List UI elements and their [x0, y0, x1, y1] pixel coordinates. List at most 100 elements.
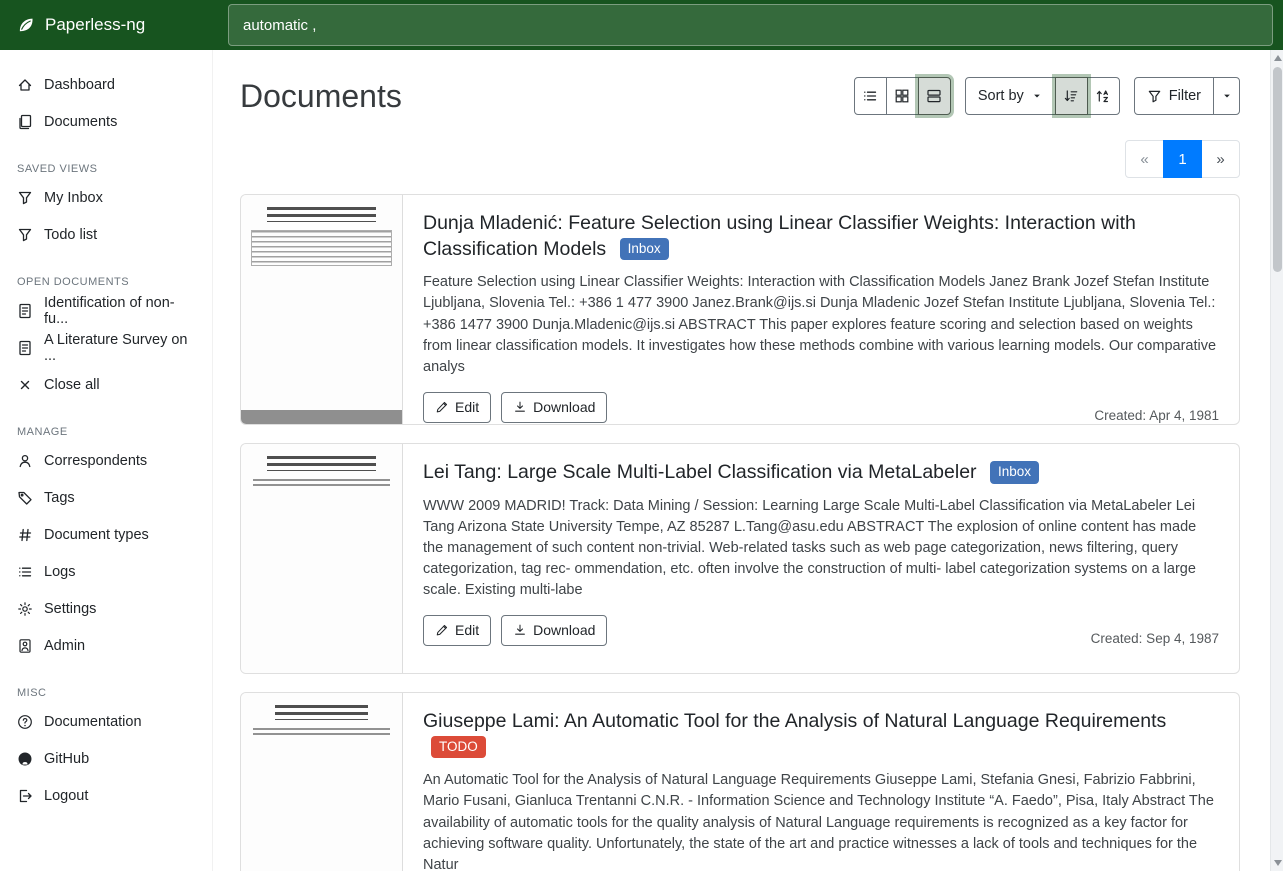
thumbnail-preview [241, 410, 402, 424]
sidebar-item-github[interactable]: GitHub [0, 740, 212, 777]
sort-group: Sort by [965, 77, 1120, 115]
document-title-link[interactable]: Dunja Mladenić: Feature Selection using … [423, 212, 1136, 260]
sidebar-item-todo-list[interactable]: Todo list [0, 216, 212, 253]
document-title-row: Giuseppe Lami: An Automatic Tool for the… [423, 709, 1219, 760]
list-view-button[interactable] [854, 77, 887, 115]
pagination-prev-button[interactable]: « [1125, 140, 1164, 178]
sidebar-item-label: A Literature Survey on ... [44, 332, 195, 364]
person-badge-icon [17, 638, 33, 654]
thumbnail-preview [275, 705, 368, 720]
document-thumbnail[interactable] [241, 693, 403, 871]
sidebar-item-documentation[interactable]: Documentation [0, 703, 212, 740]
document-title-link[interactable]: Giuseppe Lami: An Automatic Tool for the… [423, 710, 1166, 732]
download-label: Download [533, 399, 595, 415]
chevron-down-icon [1031, 90, 1043, 102]
sidebar-item-label: My Inbox [44, 190, 103, 206]
document-excerpt: An Automatic Tool for the Analysis of Na… [423, 770, 1219, 871]
edit-label: Edit [455, 399, 479, 415]
section-title-saved-views: SAVED VIEWS [0, 154, 212, 179]
sidebar-item-label: Tags [44, 490, 75, 506]
sidebar-item-dashboard[interactable]: Dashboard [0, 66, 212, 103]
scroll-up-arrow[interactable] [1274, 55, 1282, 61]
leaf-icon [16, 15, 36, 35]
edit-button[interactable]: Edit [423, 392, 491, 423]
person-icon [17, 453, 33, 469]
sort-by-label: Sort by [978, 88, 1024, 104]
sidebar-item-label: Identification of non-fu... [44, 295, 195, 327]
sidebar-item-tags[interactable]: Tags [0, 479, 212, 516]
page-title: Documents [240, 78, 402, 115]
sidebar-item-settings[interactable]: Settings [0, 590, 212, 627]
pencil-icon [435, 400, 449, 414]
funnel-icon [1147, 89, 1162, 104]
tag-badge[interactable]: TODO [431, 736, 486, 759]
file-text-icon [17, 303, 33, 319]
gear-icon [17, 601, 33, 617]
sidebar-item-document-types[interactable]: Document types [0, 516, 212, 553]
pagination-page-1[interactable]: 1 [1163, 140, 1202, 178]
detail-view-button[interactable] [918, 77, 951, 115]
edit-button[interactable]: Edit [423, 615, 491, 646]
tag-badge[interactable]: Inbox [990, 461, 1039, 484]
thumbnail-preview [253, 728, 390, 738]
sidebar-item-label: Documentation [44, 714, 142, 730]
sidebar-item-label: Settings [44, 601, 96, 617]
sidebar-item-label: Logs [44, 564, 75, 580]
card-actions: Edit Download Created: Sep 4, 1987 [423, 615, 1219, 646]
sidebar-item-logs[interactable]: Logs [0, 553, 212, 590]
document-card: Dunja Mladenić: Feature Selection using … [240, 194, 1240, 425]
pencil-icon [435, 623, 449, 637]
brand-link[interactable]: Paperless-ng [0, 15, 213, 35]
document-thumbnail[interactable] [241, 195, 403, 424]
sidebar-item-admin[interactable]: Admin [0, 627, 212, 664]
chevron-down-icon [1221, 90, 1233, 102]
funnel-icon [17, 227, 33, 243]
document-thumbnail[interactable] [241, 444, 403, 673]
brand-label: Paperless-ng [45, 15, 145, 35]
document-title-row: Lei Tang: Large Scale Multi-Label Classi… [423, 460, 1219, 486]
sidebar-item-label: Dashboard [44, 77, 115, 93]
sidebar-item-my-inbox[interactable]: My Inbox [0, 179, 212, 216]
grid-view-button[interactable] [886, 77, 919, 115]
document-title-link[interactable]: Lei Tang: Large Scale Multi-Label Classi… [423, 461, 977, 483]
sort-ascending-button[interactable] [1087, 77, 1120, 115]
filter-dropdown-toggle[interactable] [1213, 77, 1240, 115]
document-card-body: Lei Tang: Large Scale Multi-Label Classi… [403, 444, 1239, 673]
sidebar: Dashboard Documents SAVED VIEWS My Inbox… [0, 50, 213, 871]
pagination: « 1 » [240, 140, 1240, 178]
sidebar-item-documents[interactable]: Documents [0, 103, 212, 140]
logout-icon [17, 788, 33, 804]
pagination-next-button[interactable]: » [1201, 140, 1240, 178]
sidebar-item-logout[interactable]: Logout [0, 777, 212, 814]
download-button[interactable]: Download [501, 392, 607, 423]
list-icon [17, 564, 33, 580]
main-content: Documents Sort by [213, 50, 1270, 871]
thumbnail-preview [267, 207, 376, 222]
download-button[interactable]: Download [501, 615, 607, 646]
github-icon [17, 751, 33, 767]
list-view-icon [862, 88, 878, 104]
dashboard-icon [17, 77, 33, 93]
thumbnail-preview [251, 230, 392, 266]
document-card: Giuseppe Lami: An Automatic Tool for the… [240, 692, 1240, 871]
search-input[interactable] [228, 4, 1273, 46]
detail-view-icon [926, 88, 942, 104]
sort-by-dropdown[interactable]: Sort by [965, 77, 1056, 115]
sidebar-item-label: GitHub [44, 751, 89, 767]
sort-descending-button[interactable] [1055, 77, 1088, 115]
sort-descending-icon [1063, 88, 1079, 104]
tag-badge[interactable]: Inbox [620, 238, 669, 261]
sidebar-item-open-doc-2[interactable]: A Literature Survey on ... [0, 329, 212, 366]
filter-button[interactable]: Filter [1134, 77, 1214, 115]
document-title-row: Dunja Mladenić: Feature Selection using … [423, 211, 1219, 262]
created-date: Created: Sep 4, 1987 [1091, 631, 1219, 646]
scrollbar [1270, 50, 1283, 871]
scrollbar-thumb[interactable] [1273, 67, 1282, 272]
sidebar-item-correspondents[interactable]: Correspondents [0, 442, 212, 479]
page-header: Documents Sort by [240, 74, 1240, 118]
close-icon [17, 377, 33, 393]
sidebar-item-open-doc-1[interactable]: Identification of non-fu... [0, 292, 212, 329]
scroll-down-arrow[interactable] [1274, 860, 1282, 866]
sidebar-item-close-all[interactable]: Close all [0, 366, 212, 403]
documents-icon [17, 114, 33, 130]
